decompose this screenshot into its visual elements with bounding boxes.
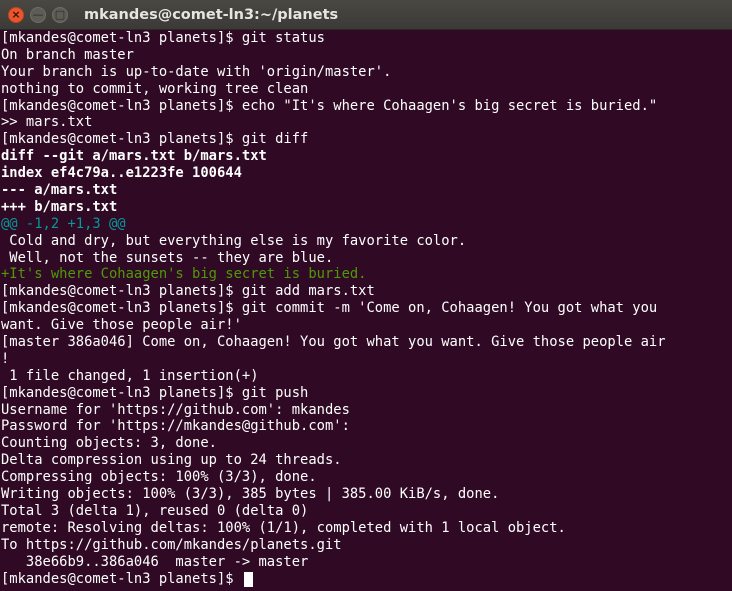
terminal-line: [mkandes@comet-ln3 planets]$ echo "It's … (1, 97, 658, 114)
terminal-line: 38e66b9..386a046 master -> master (1, 553, 309, 570)
terminal-line: remote: Resolving deltas: 100% (1/1), co… (1, 519, 566, 536)
maximize-button[interactable]: □ (52, 6, 68, 23)
terminal-window: × — □ mkandes@comet-ln3:~/planets [mkand… (0, 0, 732, 591)
terminal-line: [mkandes@comet-ln3 planets]$ git commit … (1, 300, 658, 317)
terminal-line: >> mars.txt (1, 114, 93, 131)
prompt-line[interactable]: [mkandes@comet-ln3 planets]$ (1, 571, 732, 588)
terminal-line: Writing objects: 100% (3/3), 385 bytes |… (1, 486, 500, 503)
terminal-line: Well, not the sunsets -- they are blue. (1, 249, 334, 266)
terminal-line: Password for 'https://mkandes@github.com… (1, 418, 350, 435)
close-button[interactable]: × (8, 6, 24, 23)
shell-prompt: [mkandes@comet-ln3 planets]$ (1, 570, 242, 587)
terminal-line: [mkandes@comet-ln3 planets]$ git diff (1, 131, 309, 148)
minimize-button[interactable]: — (30, 6, 46, 23)
text-cursor[interactable] (243, 571, 253, 587)
terminal-line: On branch master (1, 46, 134, 63)
terminal-line: nothing to commit, working tree clean (1, 80, 309, 97)
diff-header-line: --- a/mars.txt (1, 182, 118, 199)
terminal-line: [master 386a046] Come on, Cohaagen! You … (1, 334, 666, 351)
terminal-line: Cold and dry, but everything else is my … (1, 232, 467, 249)
diff-header-line: +++ b/mars.txt (1, 198, 118, 215)
terminal-line: Your branch is up-to-date with 'origin/m… (1, 63, 392, 80)
terminal-line: Counting objects: 3, done. (1, 435, 217, 452)
title-bar[interactable]: × — □ mkandes@comet-ln3:~/planets (0, 0, 732, 30)
terminal-line: Delta compression using up to 24 threads… (1, 452, 342, 469)
diff-hunk-line: @@ -1,2 +1,3 @@ (1, 215, 126, 232)
diff-header-line: diff --git a/mars.txt b/mars.txt (1, 148, 267, 165)
terminal-line: To https://github.com/mkandes/planets.gi… (1, 536, 342, 553)
terminal-line: Compressing objects: 100% (3/3), done. (1, 469, 317, 486)
terminal-line: want. Give those people air!' (1, 317, 242, 334)
terminal-line: Total 3 (delta 1), reused 0 (delta 0) (1, 502, 309, 519)
terminal-line: 1 file changed, 1 insertion(+) (1, 367, 259, 384)
terminal-line: [mkandes@comet-ln3 planets]$ git add mar… (1, 283, 375, 300)
terminal-line: [mkandes@comet-ln3 planets]$ git status (1, 30, 325, 46)
terminal-line: [mkandes@comet-ln3 planets]$ git push (1, 384, 309, 401)
diff-header-line: index ef4c79a..e1223fe 100644 (1, 165, 242, 182)
terminal-line: ! (1, 350, 10, 367)
terminal-line: Username for 'https://github.com': mkand… (1, 401, 350, 418)
terminal-output[interactable]: [mkandes@comet-ln3 planets]$ git status … (0, 30, 732, 591)
diff-added-line: +It's where Cohaagen's big secret is bur… (1, 266, 367, 283)
window-title: mkandes@comet-ln3:~/planets (84, 6, 339, 23)
